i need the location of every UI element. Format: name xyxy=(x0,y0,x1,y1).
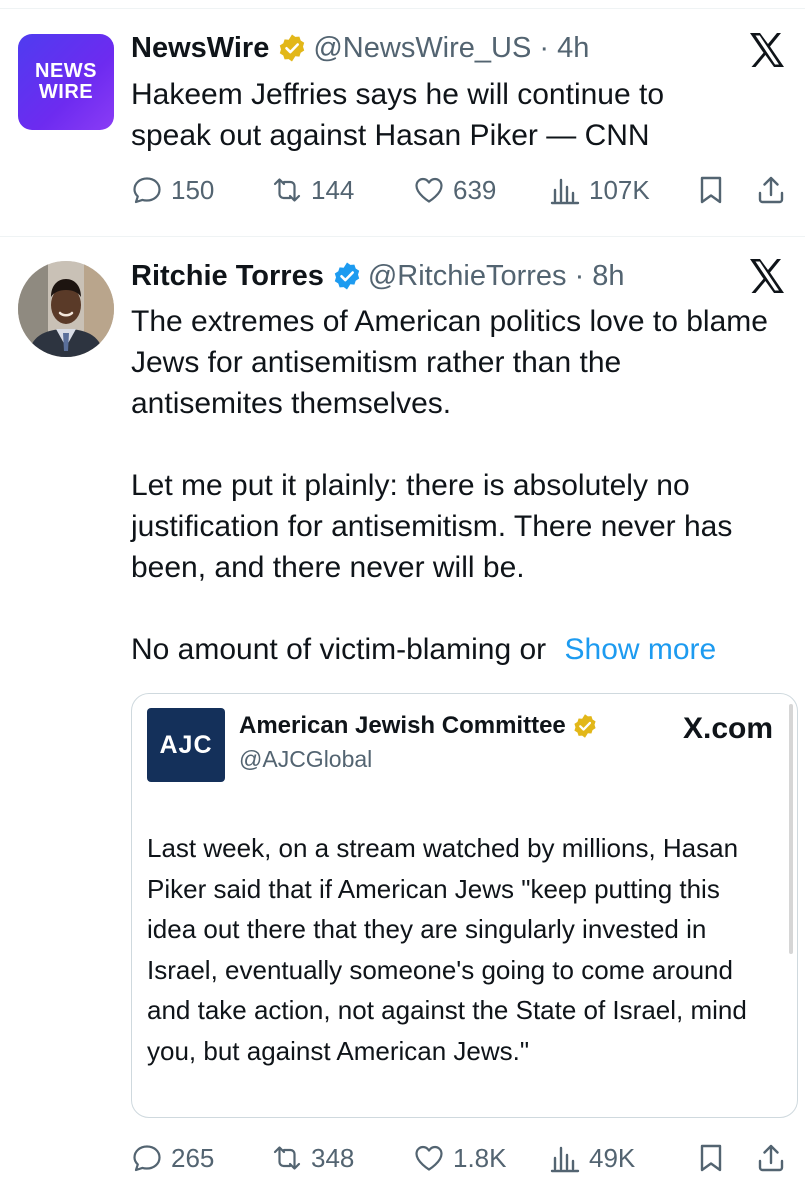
post-paragraph: Let me put it plainly: there is absolute… xyxy=(131,469,733,584)
action-bar: 150 144 639 107K xyxy=(131,170,784,210)
repost-count: 348 xyxy=(311,1142,355,1173)
repost-button[interactable]: 144 xyxy=(271,170,354,210)
reply-button[interactable]: 265 xyxy=(131,1138,214,1178)
avatar-text-line2: WIRE xyxy=(38,81,94,103)
post-text: The extremes of American politics love t… xyxy=(131,301,775,670)
avatar-text-line1: NEWS xyxy=(35,60,97,82)
bookmark-icon xyxy=(700,176,722,204)
newswire-avatar[interactable]: NEWS WIRE xyxy=(18,34,114,130)
ajc-logo[interactable]: AJC xyxy=(147,708,225,782)
quoted-author-name[interactable]: American Jewish Committee xyxy=(239,712,598,740)
truncated-text: No amount of victim-blaming or xyxy=(131,633,547,666)
share-button[interactable] xyxy=(755,1138,787,1178)
reply-icon xyxy=(133,177,161,204)
author-name[interactable]: Ritchie Torres xyxy=(131,260,324,293)
verified-badge-icon xyxy=(573,713,597,739)
quoted-source-label: X.com xyxy=(682,712,773,745)
post-header: Ritchie Torres @RitchieTorres · 8h xyxy=(131,256,695,296)
reply-count: 150 xyxy=(171,174,215,205)
reply-button[interactable]: 150 xyxy=(131,170,214,210)
views-count: 107K xyxy=(589,174,650,205)
quoted-scrollbar[interactable] xyxy=(789,704,793,954)
quoted-post[interactable]: AJC American Jewish Committee @AJCGlobal… xyxy=(131,693,798,1118)
bookmark-button[interactable] xyxy=(695,170,727,210)
views-button[interactable]: 49K xyxy=(549,1138,635,1178)
show-more-link[interactable]: Show more xyxy=(565,633,717,666)
like-icon xyxy=(415,177,443,203)
repost-icon xyxy=(273,1146,301,1170)
share-button[interactable] xyxy=(755,170,787,210)
share-icon xyxy=(758,176,784,204)
action-bar: 265 348 1.8K 49K xyxy=(131,1138,784,1178)
views-button[interactable]: 107K xyxy=(549,170,650,210)
quoted-author-name-text: American Jewish Committee xyxy=(239,712,566,739)
like-count: 1.8K xyxy=(453,1142,507,1173)
verified-badge-icon[interactable] xyxy=(277,33,307,63)
profile-photo xyxy=(18,261,114,357)
views-icon xyxy=(550,1146,580,1173)
post-header: NewsWire @NewsWire_US · 4h xyxy=(131,28,695,68)
post-paragraph-truncated: No amount of victim-blaming or Show more xyxy=(131,629,775,670)
ritchie-torres-avatar[interactable] xyxy=(18,261,114,357)
post-text: Hakeem Jeffries says he will continue to… xyxy=(131,78,665,152)
like-button[interactable]: 1.8K xyxy=(413,1138,507,1178)
quoted-author-handle[interactable]: @AJCGlobal xyxy=(239,746,372,773)
share-icon xyxy=(758,1144,784,1172)
verified-badge-icon[interactable] xyxy=(332,261,362,291)
x-logo-icon[interactable] xyxy=(747,30,787,70)
quoted-post-text: Last week, on a stream watched by millio… xyxy=(147,833,747,1066)
like-count: 639 xyxy=(453,174,497,205)
views-icon xyxy=(550,178,580,205)
author-handle-time[interactable]: @RitchieTorres · 8h xyxy=(368,260,625,293)
reply-icon xyxy=(133,1145,161,1172)
bookmark-icon xyxy=(700,1144,722,1172)
x-logo-icon[interactable] xyxy=(747,256,787,296)
like-button[interactable]: 639 xyxy=(413,170,496,210)
views-count: 49K xyxy=(589,1142,636,1173)
repost-icon xyxy=(273,178,301,202)
bookmark-button[interactable] xyxy=(695,1138,727,1178)
repost-button[interactable]: 348 xyxy=(271,1138,354,1178)
like-icon xyxy=(415,1145,443,1171)
author-name[interactable]: NewsWire xyxy=(131,32,269,65)
author-handle-time[interactable]: @NewsWire_US · 4h xyxy=(313,32,589,65)
repost-count: 144 xyxy=(311,174,355,205)
reply-count: 265 xyxy=(171,1142,215,1173)
post-paragraph: The extremes of American politics love t… xyxy=(131,305,768,420)
post-newswire[interactable]: NEWS WIRE NewsWire @NewsWire_US · 4h Hak… xyxy=(0,0,805,236)
